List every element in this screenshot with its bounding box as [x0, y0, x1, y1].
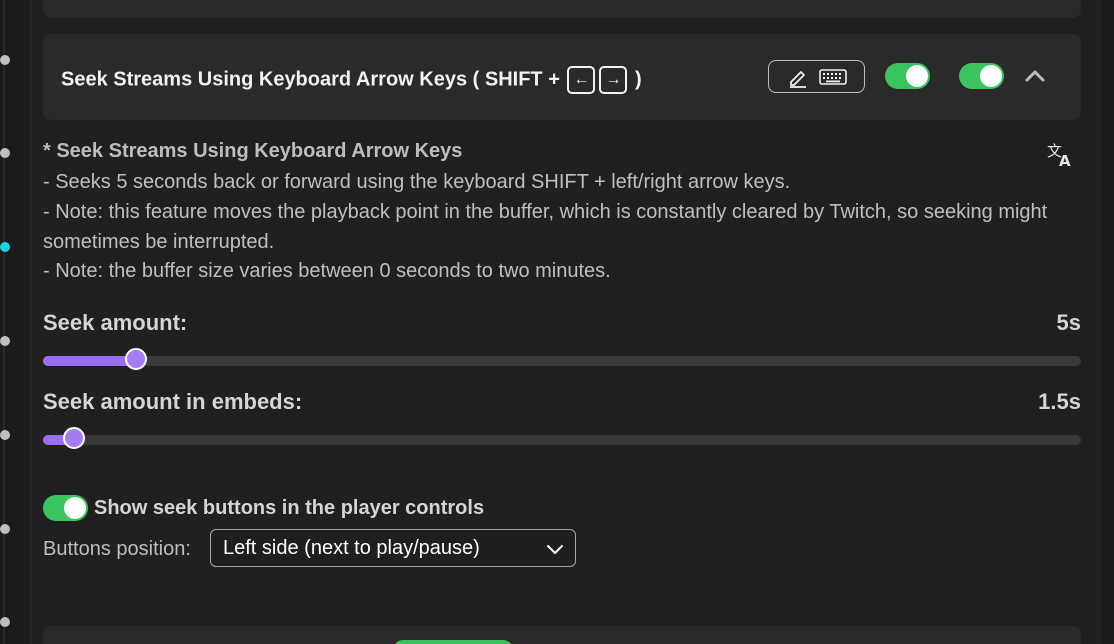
seek-amount-slider-fill — [43, 356, 136, 366]
seek-amount-embeds-slider[interactable] — [43, 427, 1081, 449]
settings-panel: Seek Streams Using Keyboard Arrow Keys (… — [30, 0, 1101, 644]
timeline-line — [3, 0, 5, 644]
right-arrow-key-icon: → — [599, 66, 628, 94]
toggle-knob — [906, 65, 928, 87]
keyboard-icon — [818, 68, 847, 85]
timeline-dot[interactable] — [0, 524, 10, 534]
seek-amount-embeds-slider-thumb[interactable] — [63, 427, 85, 449]
chevron-up-icon[interactable] — [1023, 64, 1047, 88]
description-line: - Note: this feature moves the playback … — [43, 201, 1048, 253]
toggle-knob — [980, 65, 1002, 87]
settings-page: Seek Streams Using Keyboard Arrow Keys (… — [0, 0, 1114, 644]
next-setting-pill — [393, 640, 513, 644]
seek-amount-label: Seek amount: — [43, 310, 188, 335]
buttons-position-selected-value: Left side (next to play/pause) — [223, 536, 480, 559]
description-line: - Note: the buffer size varies between 0… — [43, 260, 611, 282]
buttons-position-select[interactable]: Left side (next to play/pause) — [210, 529, 576, 567]
setting-secondary-toggle[interactable] — [959, 63, 1004, 89]
seek-amount-slider-thumb[interactable] — [125, 348, 147, 370]
chevron-down-icon — [547, 545, 563, 554]
pencil-icon — [789, 70, 806, 88]
previous-setting-card — [43, 0, 1081, 18]
edit-shortcut-button[interactable] — [768, 60, 865, 93]
setting-title-text: Seek Streams Using Keyboard Arrow Keys (… — [61, 68, 560, 91]
seek-amount-value: 5s — [1056, 310, 1081, 335]
description-line: - Seeks 5 seconds back or forward using … — [43, 171, 791, 193]
setting-title-suffix: ) — [635, 68, 642, 91]
seek-amount-slider[interactable] — [43, 348, 1081, 370]
timeline-dot[interactable] — [0, 336, 10, 346]
show-seek-buttons-toggle[interactable] — [43, 495, 88, 521]
seek-amount-embeds-value: 1.5s — [1038, 389, 1081, 414]
timeline-dot-active[interactable] — [0, 242, 10, 252]
timeline-dot[interactable] — [0, 55, 10, 65]
description-title: * Seek Streams Using Keyboard Arrow Keys — [43, 140, 463, 162]
translate-icon[interactable]: 文 A — [1045, 139, 1075, 169]
buttons-position-label: Buttons position: — [43, 538, 191, 560]
left-arrow-key-icon: ← — [567, 66, 596, 94]
setting-enabled-toggle[interactable] — [885, 63, 930, 89]
setting-header[interactable]: Seek Streams Using Keyboard Arrow Keys (… — [43, 34, 1081, 120]
timeline — [0, 0, 16, 644]
setting-title: Seek Streams Using Keyboard Arrow Keys (… — [61, 66, 642, 94]
timeline-dot[interactable] — [0, 617, 10, 627]
show-seek-buttons-label: Show seek buttons in the player controls — [94, 497, 485, 519]
next-setting-card[interactable] — [43, 626, 1081, 644]
timeline-dot[interactable] — [0, 148, 10, 158]
seek-amount-embeds-label: Seek amount in embeds: — [43, 389, 303, 414]
toggle-knob — [64, 497, 86, 519]
timeline-dot[interactable] — [0, 430, 10, 440]
